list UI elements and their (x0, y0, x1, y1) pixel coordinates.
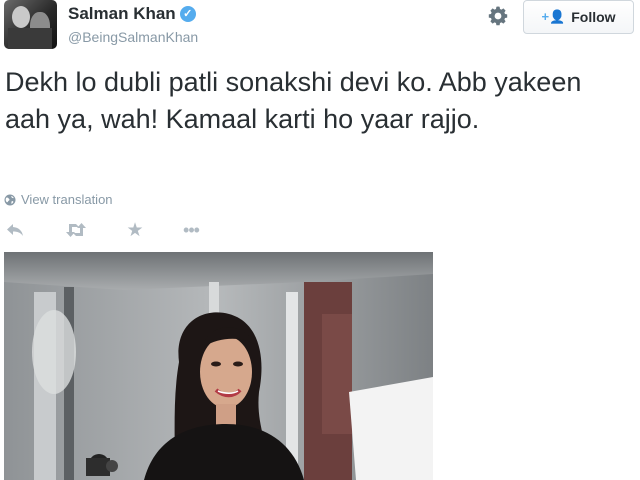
avatar[interactable] (4, 0, 57, 49)
photo-image (4, 252, 433, 480)
follow-label: Follow (571, 9, 616, 25)
follow-button[interactable]: +👤 Follow (523, 0, 634, 34)
globe-icon (4, 194, 16, 205)
tweet-actions: ★ ••• (4, 218, 204, 242)
add-person-icon: +👤 (541, 9, 566, 24)
verified-badge-icon: ✓ (179, 6, 196, 22)
more-icon[interactable]: ••• (178, 218, 204, 242)
tweet-photo[interactable] (4, 252, 433, 480)
retweet-icon[interactable] (62, 218, 90, 242)
gear-icon[interactable] (486, 4, 510, 28)
author-name[interactable]: Salman Khan (68, 4, 176, 24)
view-translation-link[interactable]: View translation (4, 192, 113, 207)
author-name-row[interactable]: Salman Khan ✓ (68, 4, 196, 24)
star-icon[interactable]: ★ (124, 218, 146, 242)
author-handle[interactable]: @BeingSalmanKhan (68, 29, 198, 45)
view-translation-label: View translation (21, 192, 113, 207)
tweet-text: Dekh lo dubli patli sonakshi devi ko. Ab… (5, 67, 582, 134)
reply-icon[interactable] (4, 218, 26, 242)
